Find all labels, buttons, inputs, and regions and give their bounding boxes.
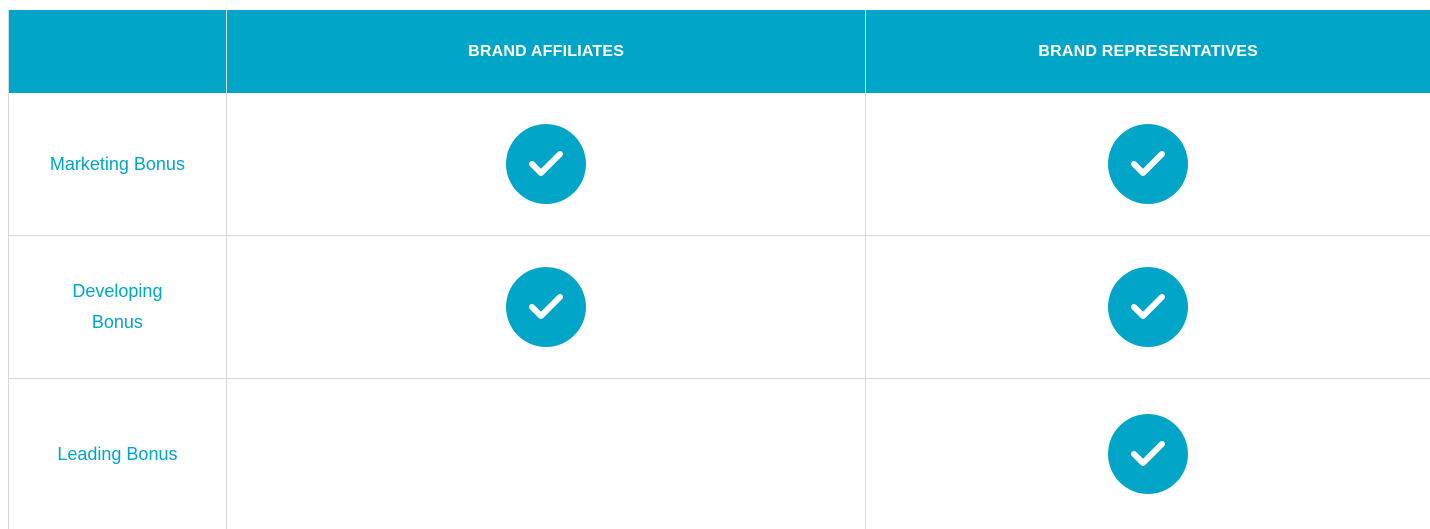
representatives-cell <box>866 93 1430 235</box>
row-label-cell: Developing Bonus <box>9 236 227 378</box>
table-row: Marketing Bonus <box>9 93 1430 236</box>
check-circle-icon <box>1108 124 1189 204</box>
comparison-table: BRAND AFFILIATES BRAND REPRESENTATIVES M… <box>8 10 1430 529</box>
row-label-cell: Marketing Bonus <box>9 93 227 235</box>
check-circle-icon <box>1108 267 1189 347</box>
check-circle-icon <box>1108 414 1189 494</box>
table-header-row: BRAND AFFILIATES BRAND REPRESENTATIVES <box>9 10 1430 93</box>
header-brand-affiliates: BRAND AFFILIATES <box>227 10 867 93</box>
check-circle-icon <box>506 267 587 347</box>
row-label: Developing Bonus <box>72 281 163 332</box>
table-row: Developing Bonus <box>9 236 1430 379</box>
row-label: Marketing Bonus <box>49 153 185 174</box>
header-brand-representatives: BRAND REPRESENTATIVES <box>1038 42 1259 60</box>
representatives-cell <box>866 236 1430 378</box>
affiliates-cell <box>227 93 867 235</box>
representatives-cell <box>866 379 1430 529</box>
affiliates-cell <box>227 236 867 378</box>
row-label: Leading Bonus <box>57 443 178 464</box>
row-label-cell: Leading Bonus <box>9 379 227 529</box>
affiliates-cell <box>227 379 867 529</box>
check-circle-icon <box>506 124 587 204</box>
table-row: Leading Bonus <box>9 379 1430 529</box>
header-empty-cell <box>9 10 227 93</box>
